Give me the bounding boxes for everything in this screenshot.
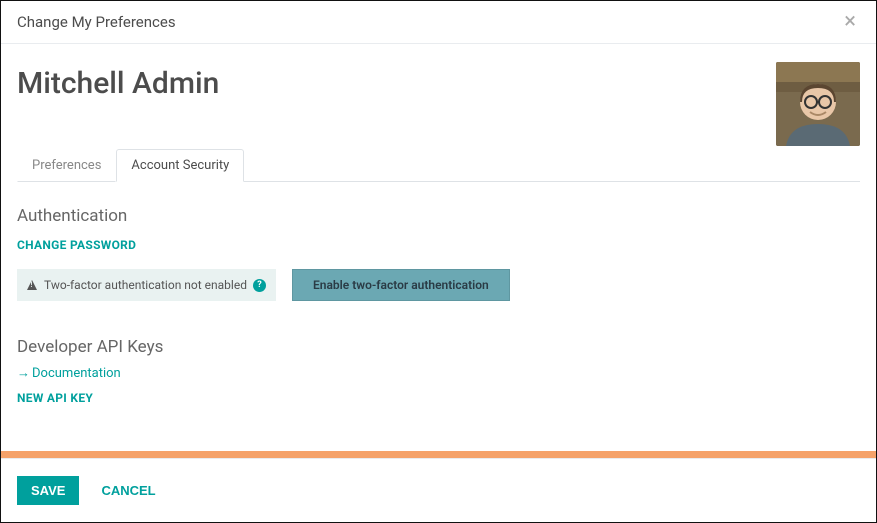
twofa-status-badge: Two-factor authentication not enabled ? — [17, 269, 276, 301]
tabs: Preferences Account Security — [17, 149, 860, 182]
modal-title: Change My Preferences — [17, 13, 176, 31]
cancel-button[interactable]: CANCEL — [95, 476, 161, 505]
help-icon[interactable]: ? — [253, 279, 266, 292]
arrow-right-icon: → — [17, 365, 30, 381]
save-button[interactable]: SAVE — [17, 476, 79, 505]
avatar-image — [776, 62, 860, 146]
documentation-link-text: Documentation — [32, 366, 121, 381]
api-keys-heading: Developer API Keys — [17, 337, 860, 357]
enable-twofa-button[interactable]: Enable two-factor authentication — [292, 269, 510, 301]
twofa-status-text: Two-factor authentication not enabled — [44, 278, 247, 292]
documentation-link[interactable]: →Documentation — [17, 365, 121, 381]
twofa-row: Two-factor authentication not enabled ? … — [17, 269, 860, 301]
authentication-heading: Authentication — [17, 206, 860, 226]
tab-account-security[interactable]: Account Security — [116, 149, 244, 182]
accent-bar — [1, 451, 876, 458]
avatar[interactable] — [776, 62, 860, 146]
modal-body: Mitchell Admin Preferences Account Secur… — [1, 44, 876, 458]
page-title: Mitchell Admin — [17, 66, 860, 101]
warning-icon — [27, 280, 37, 290]
tab-preferences[interactable]: Preferences — [17, 149, 116, 182]
modal-footer: SAVE CANCEL — [1, 458, 876, 522]
close-icon[interactable]: × — [840, 11, 860, 33]
modal-frame: Change My Preferences × Mitchell Admin P… — [0, 0, 877, 523]
change-password-button[interactable]: CHANGE PASSWORD — [17, 238, 136, 252]
new-api-key-button[interactable]: NEW API KEY — [17, 391, 93, 405]
modal-header: Change My Preferences × — [1, 1, 876, 44]
